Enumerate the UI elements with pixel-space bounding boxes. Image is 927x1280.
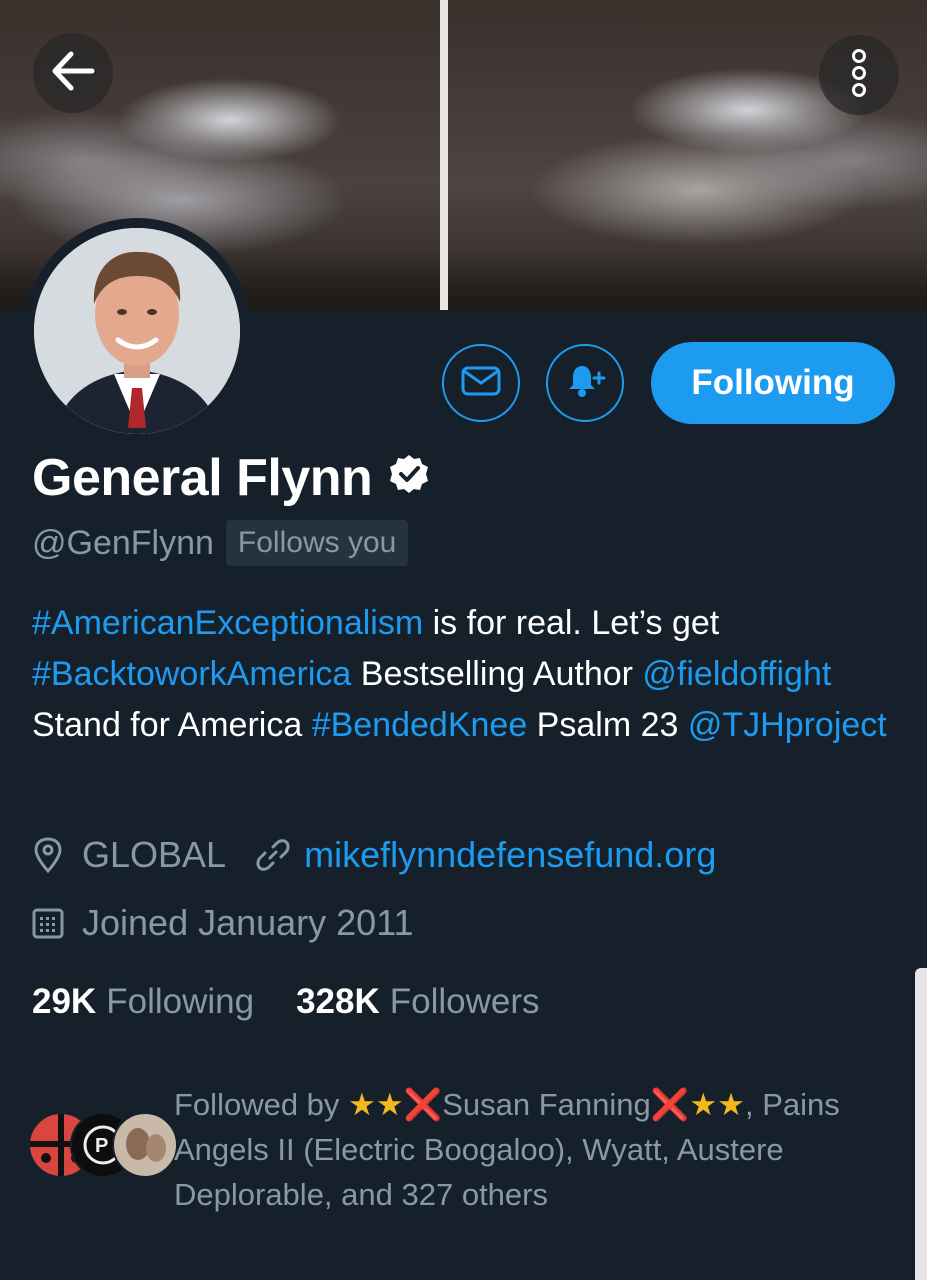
- calendar-icon: [32, 907, 64, 939]
- more-options-button[interactable]: [819, 35, 899, 115]
- bio-text: Stand for America: [32, 706, 312, 744]
- follows-you-badge: Follows you: [225, 520, 409, 566]
- followers-label: Followers: [389, 982, 540, 1021]
- notifications-button[interactable]: [546, 344, 624, 422]
- location-website-row: GLOBAL mikeflynndefensefund.org: [32, 834, 716, 876]
- mutual-follower-name: Susan Fanning: [442, 1087, 651, 1122]
- followers-count: 328K: [296, 982, 380, 1021]
- handle-row: @GenFlynn Follows you: [32, 520, 409, 566]
- bio-text: Bestselling Author: [351, 655, 643, 693]
- following-label: Following: [106, 982, 255, 1021]
- link-icon: [256, 838, 290, 872]
- bio-text: Psalm 23: [527, 706, 688, 744]
- scrollbar[interactable]: [915, 968, 927, 1280]
- back-button[interactable]: [33, 33, 113, 113]
- star-emoji: ★★: [348, 1087, 404, 1122]
- hashtag-link[interactable]: #BacktoworkAmerica: [32, 655, 351, 693]
- joined-row: Joined January 2011: [32, 902, 414, 944]
- followers-count-link[interactable]: 328K Followers: [296, 982, 539, 1022]
- location-text: GLOBAL: [82, 834, 227, 875]
- envelope-icon: [461, 366, 501, 401]
- follow-stats: 29K Following 328K Followers: [32, 982, 540, 1022]
- more-vertical-icon: [849, 48, 869, 103]
- location-pin-icon: [32, 837, 64, 873]
- cross-mark-emoji: ❌: [403, 1087, 443, 1122]
- joined-date: Joined January 2011: [82, 902, 414, 943]
- username-handle: @GenFlynn: [32, 523, 214, 562]
- verified-badge-icon: [388, 448, 430, 508]
- message-button[interactable]: [442, 344, 520, 422]
- followed-by-prefix: Followed by: [174, 1087, 349, 1122]
- star-emoji: ★★: [689, 1087, 745, 1122]
- avatar-photo: [34, 228, 240, 434]
- following-count: 29K: [32, 982, 97, 1021]
- following-count-link[interactable]: 29K Following: [32, 982, 254, 1022]
- avatar: [112, 1112, 178, 1178]
- website-link[interactable]: mikeflynndefensefund.org: [304, 834, 716, 876]
- profile-bio: #AmericanExceptionalism is for real. Let…: [32, 598, 892, 751]
- display-name: General Flynn: [32, 449, 373, 507]
- hashtag-link[interactable]: #AmericanExceptionalism: [32, 604, 423, 642]
- arrow-left-icon: [51, 51, 95, 96]
- mention-link[interactable]: @TJHproject: [688, 706, 887, 744]
- svg-text:P: P: [95, 1135, 108, 1157]
- following-button[interactable]: Following: [651, 342, 895, 424]
- cross-mark-emoji: ❌: [650, 1087, 690, 1122]
- mention-link[interactable]: @fieldoffight: [642, 655, 831, 693]
- mutual-follower-avatars: P: [28, 1112, 178, 1178]
- display-name-row: General Flynn: [32, 448, 430, 508]
- bio-text: is for real. Let’s get: [423, 604, 720, 642]
- hashtag-link[interactable]: #BendedKnee: [312, 706, 528, 744]
- bell-plus-icon: [563, 363, 607, 404]
- banner-divider: [440, 0, 448, 310]
- followed-by-text: Followed by ★★❌Susan Fanning❌★★, Pains A…: [174, 1082, 874, 1217]
- profile-avatar[interactable]: [24, 218, 250, 444]
